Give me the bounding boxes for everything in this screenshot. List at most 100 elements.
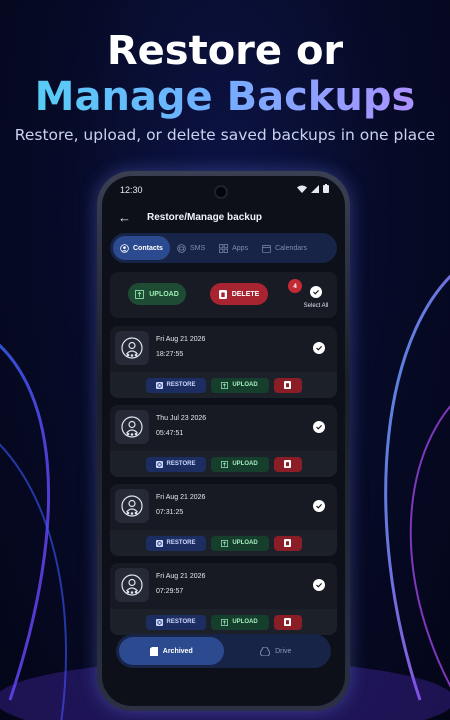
trash-icon (284, 460, 291, 468)
headline-line1: Restore or (106, 28, 344, 74)
drive-icon (260, 646, 271, 656)
restore-label: RESTORE (166, 461, 196, 467)
backup-time: 07:31:25 (156, 509, 184, 516)
backup-select-check-icon[interactable] (313, 421, 325, 433)
restore-button[interactable]: RESTORE (145, 456, 206, 472)
upload-button[interactable]: UPLOAD (210, 456, 269, 472)
back-arrow-icon[interactable]: ← (118, 210, 131, 225)
tab-sms[interactable]: SMS (170, 236, 212, 260)
backup-card: Fri Aug 21 2026 07:29:57 RESTORE UPLOAD (110, 563, 337, 635)
backup-card-header: Fri Aug 21 2026 07:31:25 (110, 484, 337, 528)
nav-drive-label: Drive (275, 647, 292, 655)
archive-icon (149, 646, 158, 656)
app-bar: ← Restore/Manage backup (102, 208, 345, 228)
backup-date: Thu Jul 23 2026 (156, 415, 207, 422)
trash-icon (284, 381, 291, 389)
tab-contacts[interactable]: Contacts (113, 236, 170, 260)
status-bar: 12:30 (102, 176, 345, 202)
camera-cutout (214, 185, 228, 199)
upload-icon (221, 618, 229, 626)
tab-contacts-label: Contacts (133, 244, 163, 252)
wifi-icon (297, 185, 307, 193)
restore-label: RESTORE (166, 540, 196, 546)
contact-backup-icon (115, 331, 149, 365)
screen-title: Restore/Manage backup (147, 212, 263, 223)
backup-time: 07:29:57 (156, 588, 184, 595)
tab-sms-label: SMS (189, 244, 206, 252)
contact-backup-icon (115, 489, 149, 523)
calendar-icon (262, 244, 271, 253)
backup-card-header: Fri Aug 21 2026 07:29:57 (110, 563, 337, 607)
tab-calendars[interactable]: Calendars (255, 236, 314, 260)
restore-icon (155, 460, 163, 468)
tab-apps[interactable]: Apps (212, 236, 255, 260)
upload-button[interactable]: UPLOAD (210, 535, 269, 551)
bottom-navigation: Archived Drive (116, 634, 331, 668)
delete-button[interactable] (273, 377, 302, 393)
phone-frame: 12:30 ← Restore/Manage backup Contacts S… (97, 171, 350, 711)
category-tabs: Contacts SMS Apps Calendars (110, 233, 337, 263)
backup-card-actions: RESTORE UPLOAD (110, 372, 337, 398)
backup-card: Fri Aug 21 2026 07:31:25 RESTORE UPLOAD (110, 484, 337, 556)
delete-all-button[interactable]: DELETE (210, 283, 268, 305)
restore-button[interactable]: RESTORE (145, 377, 206, 393)
restore-button[interactable]: RESTORE (145, 614, 206, 630)
backup-list: Fri Aug 21 2026 18:27:55 RESTORE UPLOAD (110, 326, 337, 642)
tab-apps-label: Apps (232, 244, 249, 252)
upload-label: UPLOAD (232, 540, 258, 546)
backup-select-check-icon[interactable] (313, 579, 325, 591)
delete-button[interactable] (273, 535, 302, 551)
backup-card-header: Thu Jul 23 2026 05:47:51 (110, 405, 337, 449)
backup-date: Fri Aug 21 2026 (156, 494, 206, 501)
delete-all-label: DELETE (231, 290, 260, 298)
backup-time: 18:27:55 (156, 351, 184, 358)
backup-select-check-icon[interactable] (313, 342, 325, 354)
contacts-icon (120, 243, 129, 253)
backup-card-actions: RESTORE UPLOAD (110, 451, 337, 477)
backup-time: 05:47:51 (156, 430, 184, 437)
contact-backup-icon (115, 410, 149, 444)
backup-card-header: Fri Aug 21 2026 18:27:55 (110, 326, 337, 370)
upload-icon (221, 460, 229, 468)
contact-backup-icon (115, 568, 149, 602)
backup-card: Fri Aug 21 2026 18:27:55 RESTORE UPLOAD (110, 326, 337, 398)
restore-button[interactable]: RESTORE (145, 535, 206, 551)
restore-icon (155, 381, 163, 389)
upload-label: UPLOAD (232, 382, 258, 388)
upload-label: UPLOAD (232, 619, 258, 625)
select-all-toggle[interactable]: Select All (296, 283, 336, 309)
status-icons (297, 184, 329, 193)
backup-card-actions: RESTORE UPLOAD (110, 609, 337, 635)
delete-button[interactable] (273, 614, 302, 630)
upload-label: UPLOAD (232, 461, 258, 467)
backup-date: Fri Aug 21 2026 (156, 573, 206, 580)
trash-icon (284, 618, 291, 626)
upload-button[interactable]: UPLOAD (210, 614, 269, 630)
select-all-check-icon (310, 286, 322, 298)
nav-archived[interactable]: Archived (119, 637, 224, 665)
phone-screen: 12:30 ← Restore/Manage backup Contacts S… (102, 176, 345, 706)
trash-icon (218, 289, 227, 299)
select-all-label: Select All (303, 303, 329, 309)
status-time: 12:30 (120, 185, 143, 195)
bulk-actions-bar: UPLOAD DELETE 4 Select All (110, 272, 337, 318)
delete-button[interactable] (273, 456, 302, 472)
upload-all-button[interactable]: UPLOAD (128, 283, 186, 305)
upload-all-label: UPLOAD (149, 290, 179, 298)
headline-line2: Manage Backups (0, 74, 450, 120)
backup-card-actions: RESTORE UPLOAD (110, 530, 337, 556)
subheadline: Restore, upload, or delete saved backups… (14, 126, 436, 144)
sms-icon (177, 243, 186, 253)
upload-icon (221, 381, 229, 389)
restore-icon (155, 618, 163, 626)
backup-select-check-icon[interactable] (313, 500, 325, 512)
backup-card: Thu Jul 23 2026 05:47:51 RESTORE UPLOAD (110, 405, 337, 477)
apps-icon (219, 243, 229, 253)
restore-label: RESTORE (166, 619, 196, 625)
upload-button[interactable]: UPLOAD (210, 377, 269, 393)
signal-icon (311, 184, 319, 193)
trash-icon (284, 539, 291, 547)
restore-icon (155, 539, 163, 547)
backup-date: Fri Aug 21 2026 (156, 336, 206, 343)
nav-drive[interactable]: Drive (224, 637, 329, 665)
